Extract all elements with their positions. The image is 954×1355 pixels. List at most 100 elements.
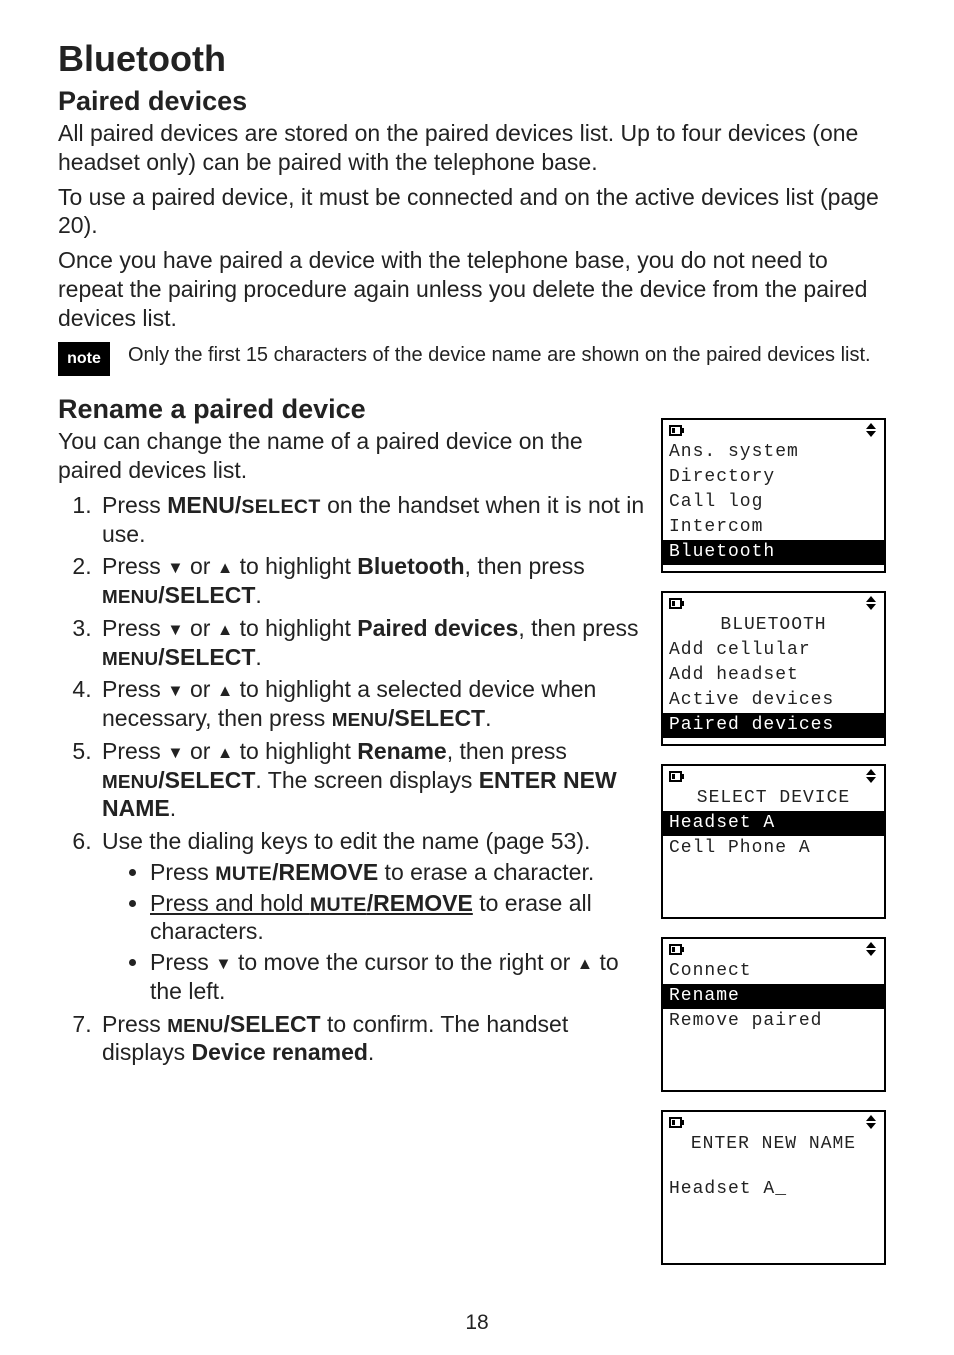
updown-icon (864, 595, 878, 613)
updown-icon (864, 768, 878, 786)
text: Press (102, 676, 167, 702)
lcd-device-actions: Connect Rename Remove paired (661, 937, 886, 1092)
lcd-main-menu: Ans. system Directory Call log Intercom … (661, 418, 886, 573)
text: Press (102, 553, 167, 579)
up-icon: ▲ (577, 954, 593, 975)
menu-smallcaps: MENU (102, 648, 158, 669)
note-text: Only the first 15 characters of the devi… (128, 342, 896, 368)
lcd-item: Intercom (669, 515, 878, 540)
battery-icon (669, 422, 685, 440)
updown-icon (864, 941, 878, 959)
select-big: /SELECT (388, 705, 485, 731)
text: , then press (465, 553, 585, 579)
updown-icon (864, 1114, 878, 1132)
paragraph: All paired devices are stored on the pai… (58, 119, 896, 177)
menu-smallcaps: MENU (332, 709, 388, 730)
text: Use the dialing keys to edit the name (p… (102, 828, 590, 854)
select-big: /SELECT (223, 1011, 320, 1037)
down-icon: ▼ (215, 954, 231, 975)
menu-smallcaps: MENU (102, 586, 158, 607)
text: , then press (447, 738, 567, 764)
up-icon: ▲ (217, 743, 233, 764)
bullet-erase-char: Press MUTE/REMOVE to erase a character. (150, 858, 649, 887)
text: , then press (518, 615, 638, 641)
remove-big: /REMOVE (367, 890, 473, 916)
note-block: note Only the first 15 characters of the… (58, 342, 896, 376)
step-3: Press ▼ or ▲ to highlight Paired devices… (98, 614, 649, 672)
bold-device-renamed: Device renamed (191, 1039, 367, 1065)
lcd-select-device: SELECT DEVICE Headset A Cell Phone A (661, 764, 886, 919)
lcd-item: Add headset (669, 663, 878, 688)
step-7: Press MENU/SELECT to confirm. The handse… (98, 1010, 649, 1068)
down-icon: ▼ (167, 681, 183, 702)
menu-label: MENU/ (167, 492, 241, 518)
down-icon: ▼ (167, 620, 183, 641)
text: or (184, 738, 217, 764)
up-icon: ▲ (217, 558, 233, 579)
section-paired-devices: Paired devices (58, 86, 896, 117)
text: to move the cursor to the right or (232, 949, 577, 975)
paragraph: Once you have paired a device with the t… (58, 246, 896, 332)
lcd-header: ENTER NEW NAME (669, 1132, 878, 1157)
battery-icon (669, 595, 685, 613)
text: Press (102, 615, 167, 641)
step-2: Press ▼ or ▲ to highlight Bluetooth, the… (98, 552, 649, 610)
select-smallcaps: SELECT (241, 496, 320, 518)
lcd-bluetooth-menu: BLUETOOTH Add cellular Add headset Activ… (661, 591, 886, 746)
battery-icon (669, 768, 685, 786)
underline-press-hold: Press and hold MUTE/REMOVE (150, 890, 473, 916)
mute-smallcaps: MUTE (310, 894, 367, 916)
lcd-item-selected: Bluetooth (663, 540, 884, 565)
down-icon: ▼ (167, 558, 183, 579)
lcd-enter-new-name: ENTER NEW NAME Headset A_ (661, 1110, 886, 1265)
lcd-item: Remove paired (669, 1009, 878, 1034)
select-big: /SELECT (158, 644, 255, 670)
battery-icon (669, 1114, 685, 1132)
steps-list: Press MENU/SELECT on the handset when it… (58, 491, 649, 1067)
lcd-item-selected: Paired devices (663, 713, 884, 738)
battery-icon (669, 941, 685, 959)
menu-smallcaps: MENU (167, 1015, 223, 1036)
down-icon: ▼ (167, 743, 183, 764)
text: Press (150, 949, 215, 975)
lcd-item-selected: Rename (663, 984, 884, 1009)
select-big: /SELECT (158, 582, 255, 608)
step-6: Use the dialing keys to edit the name (p… (98, 827, 649, 1006)
note-badge: note (58, 342, 110, 376)
lcd-item: Active devices (669, 688, 878, 713)
lcd-header: SELECT DEVICE (669, 786, 878, 811)
select-big: /SELECT (158, 767, 255, 793)
step-5: Press ▼ or ▲ to highlight Rename, then p… (98, 737, 649, 823)
paragraph: You can change the name of a paired devi… (58, 427, 649, 485)
text: to highlight (233, 553, 357, 579)
lcd-item: Cell Phone A (669, 836, 878, 861)
text: Press (102, 738, 167, 764)
text: to highlight (233, 738, 357, 764)
text: or (184, 676, 217, 702)
section-rename: Rename a paired device (58, 394, 649, 425)
lcd-item: Add cellular (669, 638, 878, 663)
bullet-move-cursor: Press ▼ to move the cursor to the right … (150, 948, 649, 1006)
text: or (184, 553, 217, 579)
lcd-item-selected: Headset A (663, 811, 884, 836)
text: . (170, 795, 176, 821)
bold-rename: Rename (357, 738, 446, 764)
lcd-item: Directory (669, 465, 878, 490)
lcd-item: Connect (669, 959, 878, 984)
step-1: Press MENU/SELECT on the handset when it… (98, 491, 649, 549)
updown-icon (864, 422, 878, 440)
text: Press (102, 1011, 167, 1037)
mute-smallcaps: MUTE (215, 863, 272, 885)
lcd-header: BLUETOOTH (669, 613, 878, 638)
bullet-erase-all: Press and hold MUTE/REMOVE to erase all … (150, 889, 649, 947)
menu-smallcaps: MENU (102, 771, 158, 792)
lcd-input-value: Headset A_ (669, 1177, 878, 1202)
text: Press (150, 859, 215, 885)
up-icon: ▲ (217, 620, 233, 641)
bold-bluetooth: Bluetooth (357, 553, 464, 579)
page-title: Bluetooth (58, 38, 896, 80)
lcd-item: Call log (669, 490, 878, 515)
step-4: Press ▼ or ▲ to highlight a selected dev… (98, 675, 649, 733)
remove-big: /REMOVE (272, 859, 378, 885)
text: or (184, 615, 217, 641)
